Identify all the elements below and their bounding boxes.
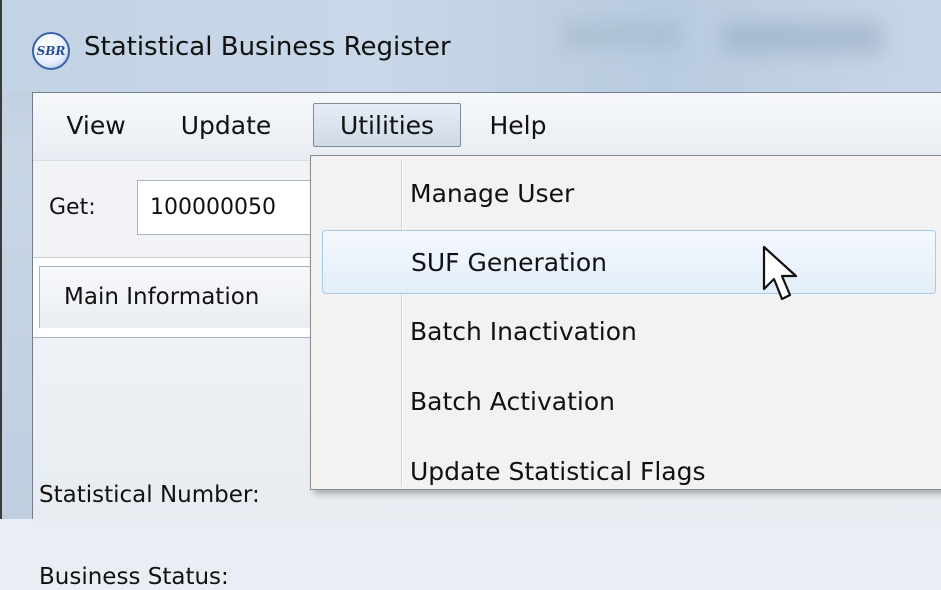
menu-help[interactable]: Help bbox=[473, 103, 563, 147]
menu-item-label: SUF Generation bbox=[411, 248, 607, 277]
menu-item-label: Manage User bbox=[410, 179, 575, 208]
business-status-label: Business Status: bbox=[39, 564, 229, 590]
menu-view[interactable]: View bbox=[45, 103, 147, 147]
application-window: SBR Statistical Business Register View U… bbox=[0, 0, 941, 590]
get-label: Get: bbox=[49, 195, 96, 220]
title-bar-background-blur bbox=[722, 22, 882, 54]
menu-item-update-statistical-flags[interactable]: Update Statistical Flags bbox=[314, 440, 939, 504]
app-logo-text: SBR bbox=[36, 44, 66, 58]
statistical-number-label: Statistical Number: bbox=[39, 482, 260, 508]
menu-item-label: Update Statistical Flags bbox=[410, 457, 706, 486]
window-title: Statistical Business Register bbox=[84, 32, 451, 62]
menu-item-suf-generation[interactable]: SUF Generation bbox=[322, 230, 936, 294]
utilities-dropdown-menu: Manage User SUF Generation Batch Inactiv… bbox=[310, 155, 941, 490]
menu-utilities[interactable]: Utilities bbox=[313, 103, 461, 147]
mouse-pointer-icon bbox=[762, 245, 798, 301]
menu-bar: View Update Utilities Help bbox=[33, 93, 941, 161]
menu-item-manage-user[interactable]: Manage User bbox=[314, 162, 939, 226]
app-logo-icon: SBR bbox=[32, 32, 70, 70]
menu-item-label: Batch Activation bbox=[410, 387, 615, 416]
title-bar[interactable]: SBR Statistical Business Register bbox=[2, 0, 941, 92]
menu-item-batch-inactivation[interactable]: Batch Inactivation bbox=[314, 300, 939, 364]
menu-update[interactable]: Update bbox=[161, 103, 291, 147]
menu-item-label: Batch Inactivation bbox=[410, 317, 637, 346]
title-bar-background-blur bbox=[562, 20, 682, 50]
menu-item-batch-activation[interactable]: Batch Activation bbox=[314, 370, 939, 434]
